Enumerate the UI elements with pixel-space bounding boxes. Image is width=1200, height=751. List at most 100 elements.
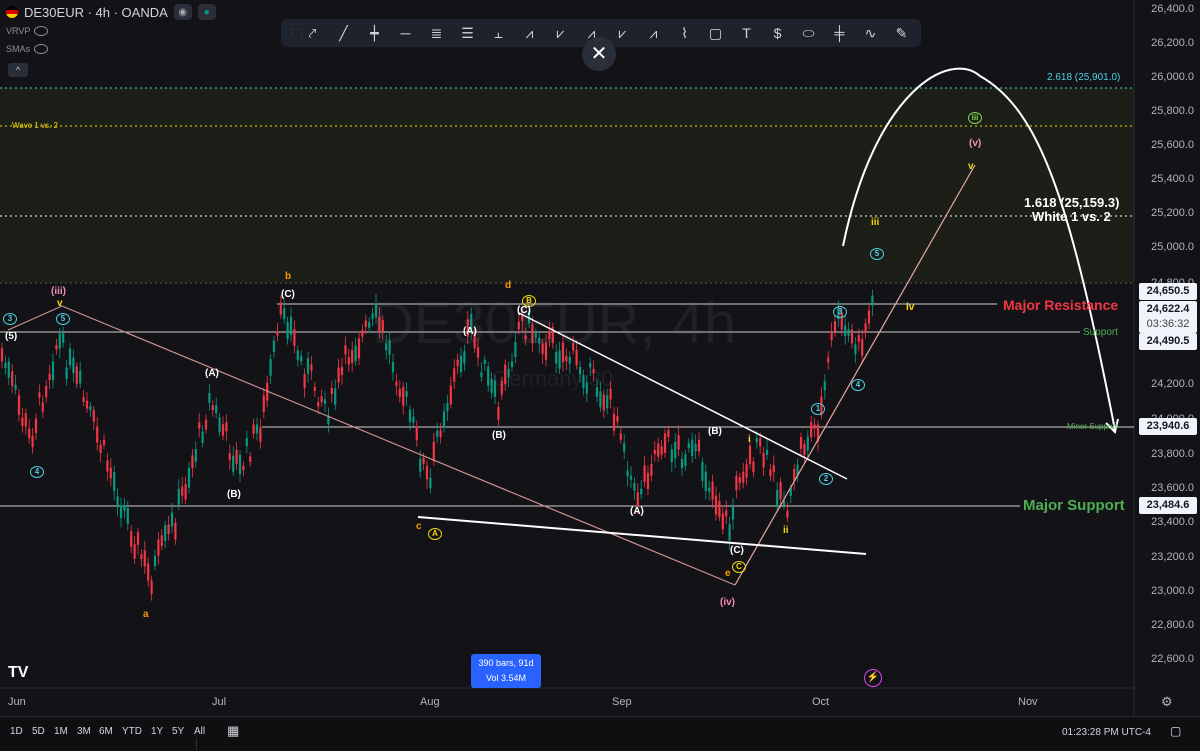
candle-body: [861, 339, 864, 356]
range-button-1y[interactable]: 1Y: [151, 726, 163, 737]
range-button-3m[interactable]: 3M: [77, 726, 91, 737]
clock-time[interactable]: 01:23:28 PM UTC-4: [1062, 727, 1151, 738]
collapse-legend-button[interactable]: ^: [8, 63, 28, 77]
wave-label[interactable]: (B): [492, 430, 506, 441]
calendar-icon[interactable]: ▦: [227, 723, 239, 739]
eye-hidden-icon[interactable]: [34, 44, 49, 54]
ellipse-icon[interactable]: ⬭: [793, 19, 824, 47]
wave-label[interactable]: (A): [205, 368, 219, 379]
candle-body: [415, 426, 418, 441]
wave-label[interactable]: (v): [969, 138, 981, 149]
zigzag-icon[interactable]: ⩘: [514, 19, 545, 47]
wave-label[interactable]: (C): [517, 305, 531, 316]
settings-gear-icon[interactable]: ⚙: [1161, 694, 1173, 710]
chart-pattern-icon[interactable]: ∿: [855, 19, 886, 47]
fib-extension-icon[interactable]: ☰: [452, 19, 483, 47]
wave-label[interactable]: (iii): [51, 286, 66, 297]
wave-label[interactable]: iii: [871, 217, 879, 228]
wave-label[interactable]: (A): [463, 326, 477, 337]
trend-line-icon[interactable]: ╱: [328, 19, 359, 47]
wave-label[interactable]: 3: [833, 306, 847, 318]
drag-handle-icon[interactable]: ⋮⋮: [287, 28, 307, 39]
wave-label[interactable]: e: [725, 568, 731, 579]
price-label-icon[interactable]: $: [762, 19, 793, 47]
price-axis-label: 23,800.0: [1151, 448, 1194, 460]
wave-label[interactable]: i: [748, 434, 751, 445]
wave-label[interactable]: (C): [730, 545, 744, 556]
wave-label[interactable]: 4: [851, 379, 865, 391]
candle-body: [106, 460, 109, 472]
close-toolbar-button[interactable]: ✕: [582, 37, 616, 71]
symbol-header[interactable]: DE30EUR · 4h · OANDA ◉ ●: [6, 4, 216, 20]
time-label-oct: Oct: [812, 696, 830, 708]
wave-label[interactable]: 5: [870, 248, 884, 260]
wave-label[interactable]: 5: [56, 313, 70, 325]
wave-label[interactable]: v: [57, 298, 63, 309]
candle-body: [28, 428, 31, 439]
candle-body: [728, 524, 731, 541]
rectangle-icon[interactable]: ▢: [700, 19, 731, 47]
indicator-vrvp[interactable]: VRVP: [6, 26, 49, 36]
tradingview-logo-icon[interactable]: TV: [8, 664, 28, 682]
wave-label[interactable]: (C): [281, 289, 295, 300]
price-axis-label: 23,600.0: [1151, 482, 1194, 494]
candle-body: [660, 446, 663, 455]
lightning-icon[interactable]: ⚡: [864, 669, 882, 687]
wave-label[interactable]: v: [968, 161, 974, 172]
candles-icon[interactable]: ╪: [824, 19, 855, 47]
wave-label[interactable]: ii: [783, 525, 789, 536]
eye-hidden-icon[interactable]: [34, 26, 49, 36]
range-button-ytd[interactable]: YTD: [122, 726, 142, 737]
wave-label[interactable]: iv: [906, 302, 914, 313]
wave-label[interactable]: (5): [5, 331, 17, 342]
wave-label[interactable]: 3: [3, 313, 17, 325]
path-icon[interactable]: ⌇: [669, 19, 700, 47]
wave-label[interactable]: iii: [968, 112, 982, 124]
range-button-1m[interactable]: 1M: [54, 726, 68, 737]
wave-label[interactable]: 4: [30, 466, 44, 478]
trendline-lower[interactable]: [417, 516, 867, 555]
elliott-abc-icon[interactable]: ⩗: [545, 19, 576, 47]
range-button-all[interactable]: All: [194, 726, 205, 737]
pitchfork-icon[interactable]: ⫠: [483, 19, 514, 47]
candle-body: [721, 513, 724, 530]
wave-label[interactable]: d: [505, 280, 511, 291]
range-button-6m[interactable]: 6M: [99, 726, 113, 737]
candle-body: [670, 449, 673, 463]
range-button-1d[interactable]: 1D: [10, 726, 23, 737]
vertical-line-icon[interactable]: ┿: [359, 19, 390, 47]
price-tag-minor-support: 23,940.6: [1139, 418, 1197, 435]
elliott-wxyxz-icon[interactable]: ⩘: [638, 19, 669, 47]
price-axis-label: 23,400.0: [1151, 516, 1194, 528]
range-button-5y[interactable]: 5Y: [172, 726, 184, 737]
horizontal-line-icon[interactable]: ─: [390, 19, 421, 47]
candle-body: [232, 455, 235, 472]
wave-label[interactable]: C: [732, 561, 746, 573]
candle-body: [823, 381, 826, 391]
price-axis-label: 22,800.0: [1151, 619, 1194, 631]
wave-label[interactable]: c: [416, 521, 422, 532]
price-axis-label: 26,000.0: [1151, 71, 1194, 83]
wave-label[interactable]: 1: [811, 403, 825, 415]
market-status-icon[interactable]: ●: [197, 4, 216, 20]
wave-label[interactable]: a: [143, 609, 149, 620]
brush-icon[interactable]: ✎: [886, 19, 917, 47]
wave-label[interactable]: 2: [819, 473, 833, 485]
wave-label[interactable]: b: [285, 271, 291, 282]
wave-label[interactable]: (B): [708, 426, 722, 437]
symbol-title[interactable]: DE30EUR · 4h · OANDA: [24, 5, 168, 20]
text-icon[interactable]: T: [731, 19, 762, 47]
eye-toggle-icon[interactable]: ◉: [173, 4, 192, 20]
indicator-smas[interactable]: SMAs: [6, 44, 49, 54]
candle-body: [810, 422, 813, 438]
wave-label[interactable]: (iv): [720, 597, 735, 608]
wave-label[interactable]: (A): [630, 506, 644, 517]
candle-body: [867, 310, 871, 324]
maximize-icon[interactable]: ▢: [1170, 724, 1181, 738]
wave-label[interactable]: A: [428, 528, 442, 540]
range-button-5d[interactable]: 5D: [32, 726, 45, 737]
wave-label[interactable]: (B): [227, 489, 241, 500]
fib-tool-icon[interactable]: ⤤: [297, 19, 328, 47]
candle-body: [357, 338, 361, 359]
fib-retracement-icon[interactable]: ≣: [421, 19, 452, 47]
